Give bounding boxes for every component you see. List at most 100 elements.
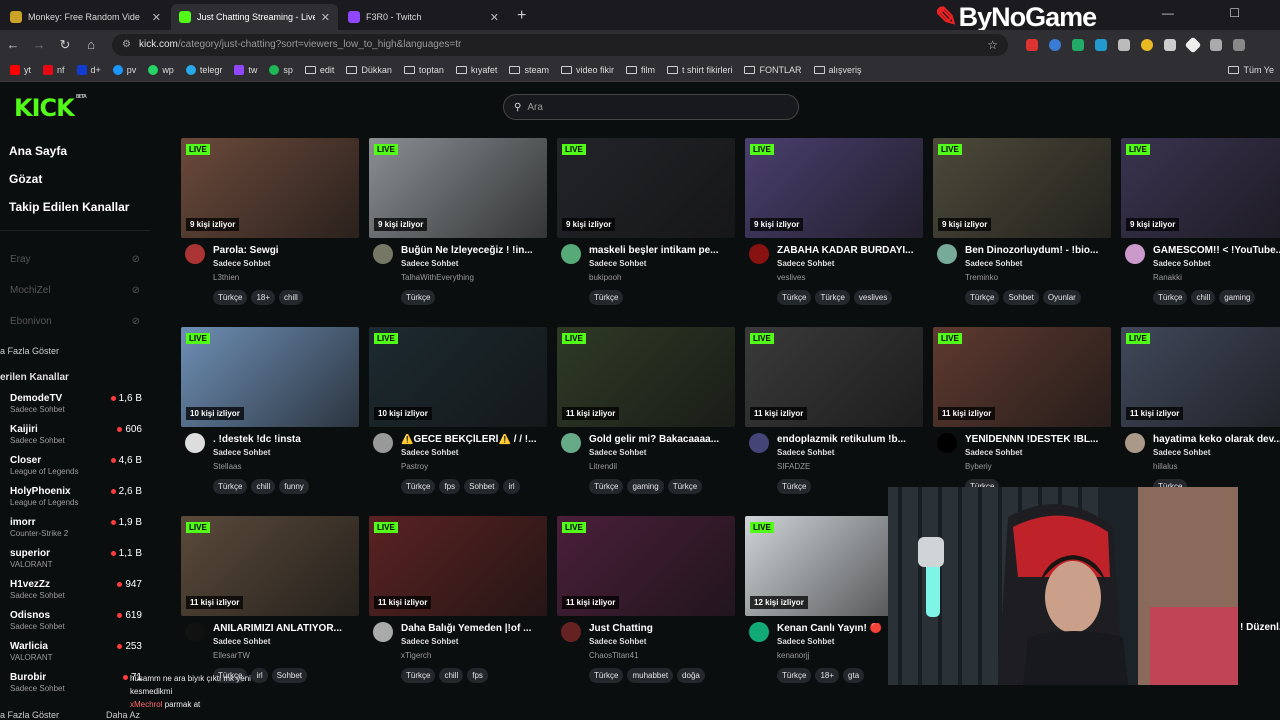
bookmark-folder[interactable]: edit — [304, 65, 334, 75]
tag-chip[interactable]: chill — [439, 668, 464, 683]
stream-thumbnail[interactable]: LIVE 10 kişi izliyor — [369, 327, 547, 427]
channel-name[interactable]: ChaosTitan41 — [589, 651, 639, 660]
show-more-button-2[interactable]: a Fazla Göster — [0, 710, 59, 720]
bookmark-folder[interactable]: alışveriş — [813, 65, 862, 75]
stream-card[interactable]: LIVE 9 kişi izliyor Ben Dinozorluydum! - !… — [933, 138, 1111, 308]
stream-title[interactable]: Daha Balığı Yemeden |!of ... — [401, 623, 547, 634]
channel-name[interactable]: TalhaWithEverything — [401, 273, 474, 282]
stream-card[interactable]: LIVE 9 kişi izliyor Parola: Sewgi Sadece So… — [181, 138, 359, 308]
stream-category[interactable]: Sadece Sohbet — [589, 448, 646, 457]
avatar[interactable] — [937, 244, 957, 264]
stream-card[interactable]: LIVE 9 kişi izliyor GAMESCOM!! < !YouTube.… — [1121, 138, 1280, 308]
bookmark-folder[interactable]: film — [625, 65, 655, 75]
avatar[interactable] — [937, 433, 957, 453]
channel-name[interactable]: Stellaas — [213, 462, 241, 471]
stream-category[interactable]: Sadece Sohbet — [401, 637, 458, 646]
tag-chip[interactable]: Türkçe — [589, 290, 624, 305]
stream-card[interactable]: LIVE 10 kişi izliyor . !destek !dc !insta S… — [181, 327, 359, 497]
avatar[interactable] — [561, 622, 581, 642]
tag-chip[interactable]: Türkçe — [589, 668, 624, 683]
bookmark-star-icon[interactable]: ☆ — [987, 38, 998, 52]
stream-category[interactable]: Sadece Sohbet — [777, 259, 834, 268]
recommended-channel[interactable]: H1vezZz Sadece Sohbet 947 — [10, 579, 142, 600]
recommended-channel[interactable]: Kaijiri Sadece Sohbet 606 — [10, 424, 142, 445]
avatar[interactable] — [749, 244, 769, 264]
bookmark-folder[interactable]: t shirt fikirleri — [666, 65, 732, 75]
tag-chip[interactable]: Türkçe — [965, 290, 1000, 305]
stream-title[interactable]: Buğün Ne İzleyeceğiz ! !in... — [401, 245, 547, 256]
stream-title[interactable]: hayatima keko olarak dev... — [1153, 434, 1280, 445]
stream-category[interactable]: Sadece Sohbet — [213, 448, 270, 457]
stream-thumbnail[interactable]: LIVE 11 kişi izliyor — [745, 327, 923, 427]
bookmark-folder[interactable]: Dükkan — [346, 65, 392, 75]
channel-name[interactable]: xTigerch — [401, 651, 431, 660]
channel-name[interactable]: Pastroy — [401, 462, 428, 471]
nav-following[interactable]: Takip Edilen Kanallar — [9, 200, 129, 214]
stream-title[interactable]: Just Chatting — [589, 623, 735, 634]
tag-chip[interactable]: funny — [279, 479, 309, 494]
avatar[interactable] — [1125, 244, 1145, 264]
stream-title[interactable]: Ben Dinozorluydum! - !bio... — [965, 245, 1111, 256]
avatar[interactable] — [561, 433, 581, 453]
recommended-channel[interactable]: Odisnos Sadece Sohbet 619 — [10, 610, 142, 631]
bookmark-item[interactable]: nf — [43, 65, 65, 75]
tag-chip[interactable]: Türkçe — [213, 479, 248, 494]
site-info-icon[interactable]: ⚙ — [122, 39, 131, 50]
tag-chip[interactable]: Türkçe — [401, 290, 436, 305]
extension-icon[interactable] — [1184, 36, 1202, 53]
bookmark-folder[interactable]: FONTLAR — [744, 65, 802, 75]
tag-chip[interactable]: gaming — [1219, 290, 1256, 305]
stream-title[interactable]: Parola: Sewgi — [213, 245, 359, 256]
channel-name[interactable]: Litrendil — [589, 462, 617, 471]
tag-chip[interactable]: Sohbet — [271, 668, 308, 683]
bookmark-folder[interactable]: kıyafet — [455, 65, 497, 75]
tag-chip[interactable]: Türkçe — [777, 479, 812, 494]
tag-chip[interactable]: gta — [843, 668, 865, 683]
channel-name[interactable]: Ranakki — [1153, 273, 1182, 282]
recommended-channel[interactable]: Closer League of Legends 4,6 B — [10, 455, 142, 476]
recommended-channel[interactable]: Burobir Sadece Sohbet 71 — [10, 672, 142, 693]
stream-category[interactable]: Sadece Sohbet — [1153, 448, 1210, 457]
stream-thumbnail[interactable]: LIVE 11 kişi izliyor — [1121, 327, 1280, 427]
stream-title[interactable]: GAMESCOM!! < !YouTube... — [1153, 245, 1280, 256]
recommended-channel[interactable]: DemodeTV Sadece Sohbet 1,6 B — [10, 393, 142, 414]
stream-card[interactable]: LIVE 9 kişi izliyor maskeli beşler intikam… — [557, 138, 735, 308]
forward-icon[interactable]: → — [26, 37, 52, 52]
tag-chip[interactable]: Türkçe — [777, 290, 812, 305]
tag-chip[interactable]: fps — [467, 668, 488, 683]
tag-chip[interactable]: Türkçe — [815, 290, 850, 305]
stream-thumbnail[interactable]: LIVE 9 kişi izliyor — [557, 138, 735, 238]
stream-card[interactable]: LIVE 11 kişi izliyor endoplazmik retikulum… — [745, 327, 923, 497]
tag-chip[interactable]: gaming — [627, 479, 664, 494]
avatar[interactable] — [185, 433, 205, 453]
channel-name[interactable]: SIFADZE — [777, 462, 810, 471]
extension-icon[interactable] — [1095, 38, 1107, 51]
bookmark-item[interactable]: yt — [10, 65, 31, 75]
recommended-channel[interactable]: Warlicia VALORANT 253 — [10, 641, 142, 662]
tag-chip[interactable]: Sohbet — [464, 479, 500, 494]
stream-card[interactable]: LIVE 9 kişi izliyor ZABAHA KADAR BURDAYI..… — [745, 138, 923, 308]
browser-tab-active[interactable]: Just Chatting Streaming - Live ✕ — [171, 4, 338, 30]
extension-icon[interactable] — [1164, 38, 1176, 51]
stream-thumbnail[interactable]: LIVE 10 kişi izliyor — [181, 327, 359, 427]
stream-category[interactable]: Sadece Sohbet — [965, 259, 1022, 268]
followed-channel-offline[interactable]: MochiZel ⊘ — [10, 285, 140, 296]
tag-chip[interactable]: Türkçe — [777, 668, 812, 683]
nav-home[interactable]: Ana Sayfa — [9, 144, 67, 158]
stream-category[interactable]: Sadece Sohbet — [213, 637, 270, 646]
new-tab-button[interactable]: + — [517, 7, 526, 25]
channel-name[interactable]: L3thien — [213, 273, 239, 282]
stream-thumbnail[interactable]: LIVE 9 kişi izliyor — [933, 138, 1111, 238]
stream-category[interactable]: Sadece Sohbet — [965, 448, 1022, 457]
avatar[interactable] — [373, 433, 393, 453]
tag-chip[interactable]: Türkçe — [1153, 290, 1188, 305]
tag-chip[interactable]: Türkçe — [401, 479, 436, 494]
stream-thumbnail[interactable]: LIVE 11 kişi izliyor — [557, 516, 735, 616]
download-icon[interactable] — [1233, 38, 1245, 51]
stream-title[interactable]: ! Düzenl... — [1240, 622, 1280, 633]
followed-channel-offline[interactable]: Ebonivon ⊘ — [10, 316, 140, 327]
stream-category[interactable]: Sadece Sohbet — [777, 637, 834, 646]
reload-icon[interactable]: ↻ — [52, 37, 78, 53]
stream-title[interactable]: maskeli beşler intikam pe... — [589, 245, 735, 256]
stream-title[interactable]: YENİDENNN !DESTEK !BL... — [965, 434, 1111, 445]
